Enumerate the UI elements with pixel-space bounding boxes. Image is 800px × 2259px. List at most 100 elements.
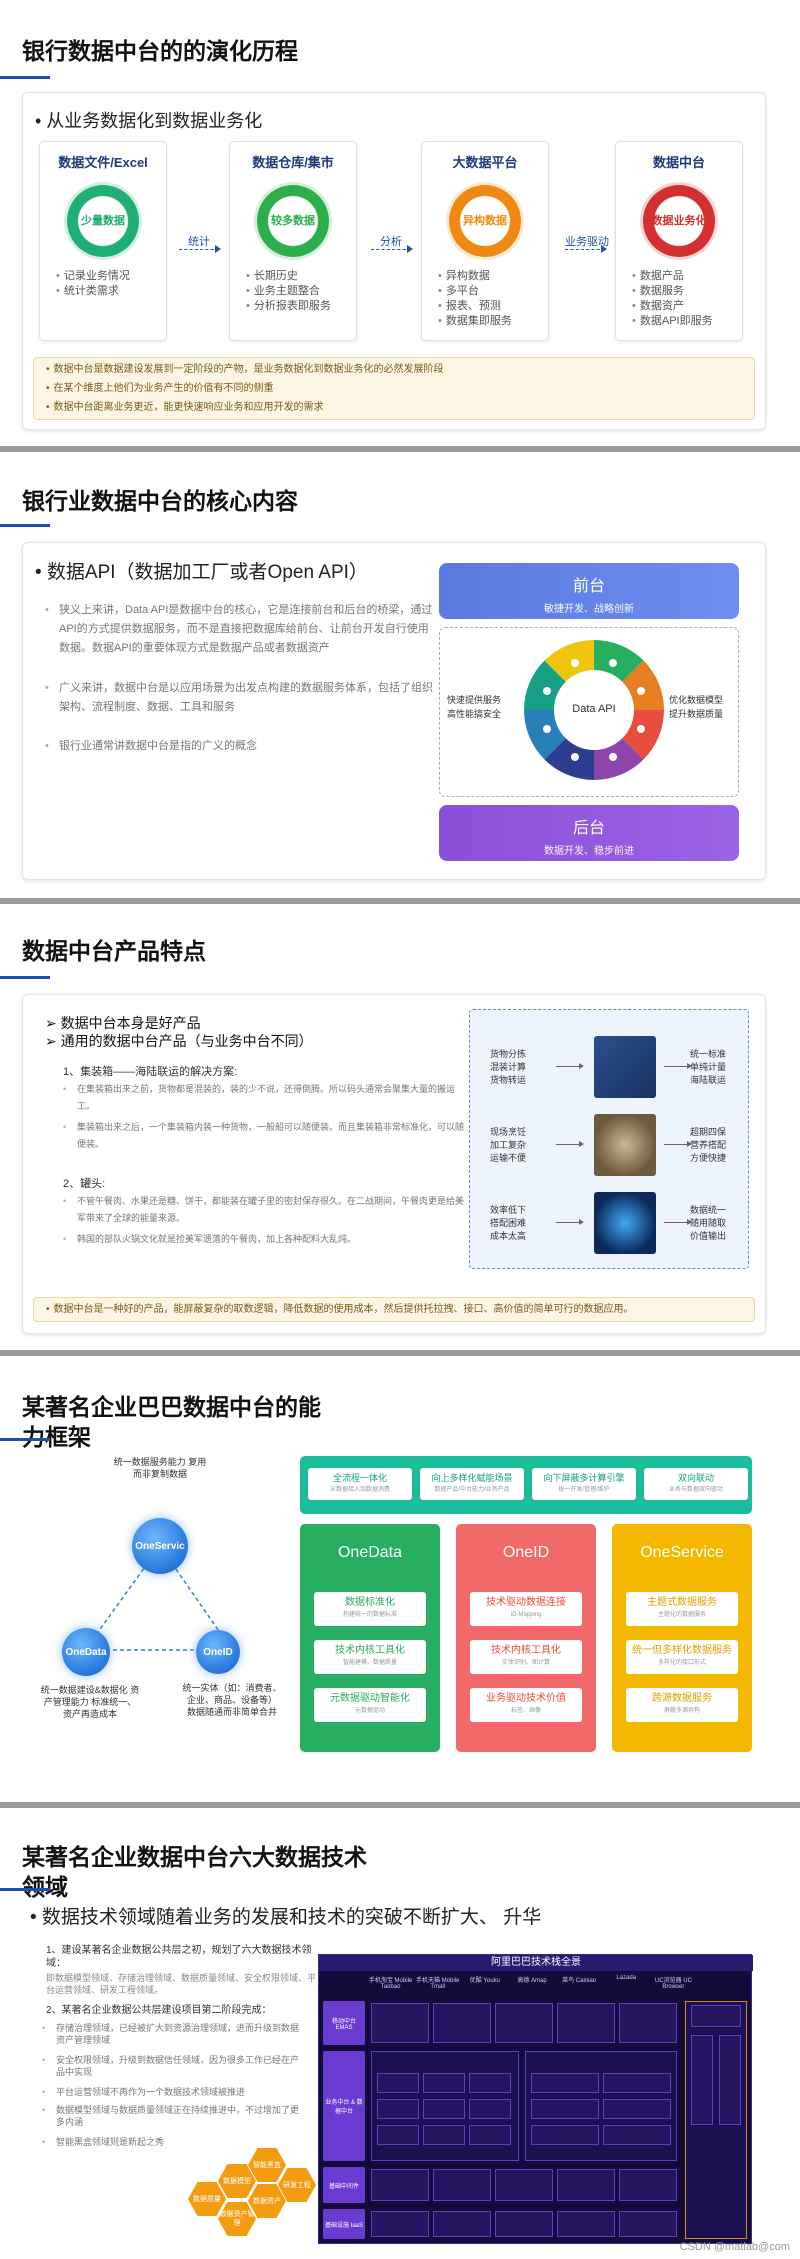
capability-sub: 统一开发/管理/维护 — [558, 1487, 610, 1493]
box-item-title: 技术驱动数据连接 — [486, 1597, 566, 1608]
box-item: 技术内核工具化 智能建模、数据质量 — [314, 1640, 426, 1674]
section-bullet: • 从业务数据化到数据业务化 — [35, 111, 263, 131]
paragraph: 即数据模型领域、存储治理领域、数据质量领域、安全权限领域、平台运营领域、研发工程… — [46, 1973, 317, 1995]
arrow-right-icon — [565, 245, 607, 253]
stack-cell — [469, 2125, 511, 2145]
stage-item: 数据API即服务 — [632, 314, 742, 329]
section-bullet: • 数据API（数据加工厂或者Open API） — [35, 562, 368, 583]
box-item-sub: ID-Mapping — [510, 1612, 542, 1618]
title-line: 力框架 — [22, 1424, 91, 1450]
center-label: Data API — [572, 703, 616, 715]
capability-item: 向下屏蔽多计算引擎统一开发/管理/维护 — [532, 1468, 636, 1500]
oneid-box: OneID 技术驱动数据连接 ID-Mapping 技术内核工具化 实体识别、图计算… — [456, 1524, 596, 1752]
paragraph: 2、某著名企业数据公共层建设项目第二阶段完成： — [46, 2005, 272, 2016]
app-label: 高德 Amap — [517, 1978, 547, 1984]
paragraph: 银行业通常讲数据中台是指的广义的概念 — [45, 737, 439, 756]
segment-icon — [543, 687, 551, 695]
box-item-title: 统一但多样化数据服务 — [632, 1645, 732, 1656]
stack-cell — [495, 2211, 553, 2237]
tech-stack-panel: 阿里巴巴技术栈全景 手机淘宝 Mobile Taobao 手机天猫 Mobile… — [318, 1954, 753, 2244]
stage-header: 数据文件/Excel — [58, 155, 148, 170]
capability-item: 双向联动 业务与数据双向驱动 — [644, 1468, 748, 1500]
box-item-sub: 多样化的接口形式 — [657, 1660, 706, 1666]
core-card: • 数据API（数据加工厂或者Open API） 狭义上来讲，Data API是… — [22, 542, 766, 880]
stack-cell — [377, 2099, 419, 2119]
arrow-right-icon — [664, 1063, 692, 1069]
row-right-text: 数据统一 随用随取 价值输出 — [690, 1205, 727, 1241]
note-line: 在某个维度上他们为业务产生的价值有不同的侧重 — [46, 379, 742, 398]
arrow-right-icon — [556, 1063, 584, 1069]
capability-title: 全流程一体化 — [332, 1473, 387, 1483]
section-bullet: • 数据技术领域随着业务的发展和技术的突破不断扩大、 升华 — [30, 1907, 542, 1928]
stage-item: 数据产品 — [632, 269, 742, 284]
back-stage-banner: 后台 数据开发、稳步前进 — [439, 805, 739, 861]
summary-note: 数据中台是数据建设发展到一定阶段的产物，是业务数据化到数据业务化的必然发展阶段 … — [33, 357, 755, 420]
stack-cell — [469, 2099, 511, 2119]
capability-sub: 业务与数据双向驱动 — [668, 1487, 723, 1493]
stage-bigdata: 大数据平台 异构数据 异构数据 多平台 报表、预测 数据集即服务 — [421, 141, 549, 341]
row-right-text: 统一标准 单纯计量 海陆联运 — [690, 1049, 727, 1085]
list-item: 存储治理领域，已经被扩大到资源治理领域，进而升级到数据资产管理领域 — [42, 2022, 302, 2046]
segment-icon — [571, 753, 579, 761]
row-left-text: 现场烹饪 加工复杂 运输不便 — [490, 1127, 527, 1163]
stage-items: 异构数据 多平台 报表、预测 数据集即服务 — [438, 269, 548, 329]
stage-header: 大数据平台 — [452, 155, 518, 170]
hex-domain: 数据资产管理 — [218, 2202, 256, 2236]
box-item-sub: 元数据驱动 — [354, 1708, 385, 1714]
stack-cell — [423, 2099, 465, 2119]
paragraph: 狭义上来讲，Data API是数据中台的核心，它是连接前台和后台的桥梁，通过AP… — [45, 601, 439, 658]
box-item: 跨源数据服务屏蔽多源异构 — [626, 1688, 738, 1722]
oneservice-node: OneServic — [132, 1518, 188, 1574]
hex-cluster: 数据质量 数据模型 智能黑盒 数据资产管理 数据资产 研发工程 — [186, 2148, 316, 2252]
stack-cell — [469, 2073, 511, 2093]
oneid-node: OneID — [196, 1630, 240, 1674]
segment-icon — [609, 659, 617, 667]
segment-icon — [637, 687, 645, 695]
slide-title: 银行业数据中台的核心内容 — [22, 488, 298, 514]
title-accent-bar — [0, 1888, 50, 1891]
stack-cell — [371, 2169, 429, 2201]
onedata-node: OneData — [62, 1628, 110, 1676]
stage-circle: 较多数据 — [257, 185, 329, 257]
front-stage-banner: 前台 敏捷开发、战略创新 — [439, 563, 739, 619]
box-item: 统一但多样化数据服务多样化的接口形式 — [626, 1640, 738, 1674]
capability-title: 向下屏蔽多计算引擎 — [543, 1473, 625, 1483]
paragraph: 集装箱出来之后，一个集装箱内装一种货物，一般船可以随便装。而且集装箱非常标准化，… — [63, 1119, 467, 1153]
app-label: UC浏览器 UC Browser — [654, 1978, 692, 1990]
title-line: 某著名企业巴巴数据中台的能 — [22, 1394, 321, 1420]
box-item-sub: 屏蔽多源异构 — [663, 1708, 700, 1714]
back-sub: 数据开发、稳步前进 — [544, 846, 634, 857]
box-item-title: 元数据驱动智能化 — [330, 1693, 410, 1704]
slide-title: 银行数据中台的的演化历程 — [22, 38, 298, 64]
list-item: 数据模型领域与数据质量领域正在持续推进中，不过增加了更多内涵 — [42, 2104, 302, 2128]
stage-items: 长期历史 业务主题整合 分析报表即服务 — [246, 269, 356, 314]
box-title: OneService — [640, 1544, 724, 1561]
stage-warehouse: 数据仓库/集市 较多数据 长期历史 业务主题整合 分析报表即服务 — [229, 141, 357, 341]
arrow-right-icon — [371, 245, 413, 253]
stage-item: 统计类需求 — [56, 284, 166, 299]
slide-evolution: 银行数据中台的的演化历程 • 从业务数据化到数据业务化 数据文件/Excel 少… — [0, 0, 800, 446]
list-item: 平台运营领域不再作为一个数据技术领域被推进 — [42, 2086, 302, 2098]
node-right-label: 统一实体（如：消费者、企业、商品、设备等） 数据随通而非简单合并 — [182, 1683, 282, 1717]
stage-header: 数据仓库/集市 — [252, 155, 334, 170]
left-label: 快速提供服务 高性能搞安全 — [447, 695, 502, 719]
box-item: 业务驱动技术价值 标签、画像 — [470, 1688, 582, 1722]
data-cube-image — [594, 1192, 656, 1254]
app-label: 手机天猫 Mobile Tmall — [416, 1978, 460, 1990]
stage-item: 长期历史 — [246, 269, 356, 284]
subheading: 1、集装箱——海陆联运的解决方案: — [63, 1066, 238, 1078]
note-line: 数据中台是数据建设发展到一定阶段的产物，是业务数据化到数据业务化的必然发展阶段 — [46, 360, 742, 379]
stack-cell — [557, 2211, 615, 2237]
app-label: Lazada — [616, 1975, 637, 1981]
app-label: 手机淘宝 Mobile Taobao — [368, 1978, 413, 1990]
stage-datamiddle: 数据中台 数据业务化 数据产品 数据服务 数据资产 数据API即服务 — [615, 141, 743, 341]
box-item-title: 跨源数据服务 — [652, 1693, 712, 1704]
row-left-text: 效率低下 搭配困难 成本太高 — [490, 1205, 527, 1241]
stage-item: 多平台 — [438, 284, 548, 299]
box-item-sub: 构建统一的数据标准 — [342, 1612, 397, 1618]
app-row: 手机淘宝 Mobile Taobao 手机天猫 Mobile Tmall 优酷 … — [367, 1975, 697, 1997]
front-title: 前台 — [572, 578, 605, 595]
bullet: ➢ 通用的数据中台产品（与业务中台不同） — [45, 1033, 313, 1049]
stage-circle: 数据业务化 — [643, 185, 715, 257]
box-item: 主题式数据服务 主题化的数据服务 — [626, 1592, 738, 1626]
